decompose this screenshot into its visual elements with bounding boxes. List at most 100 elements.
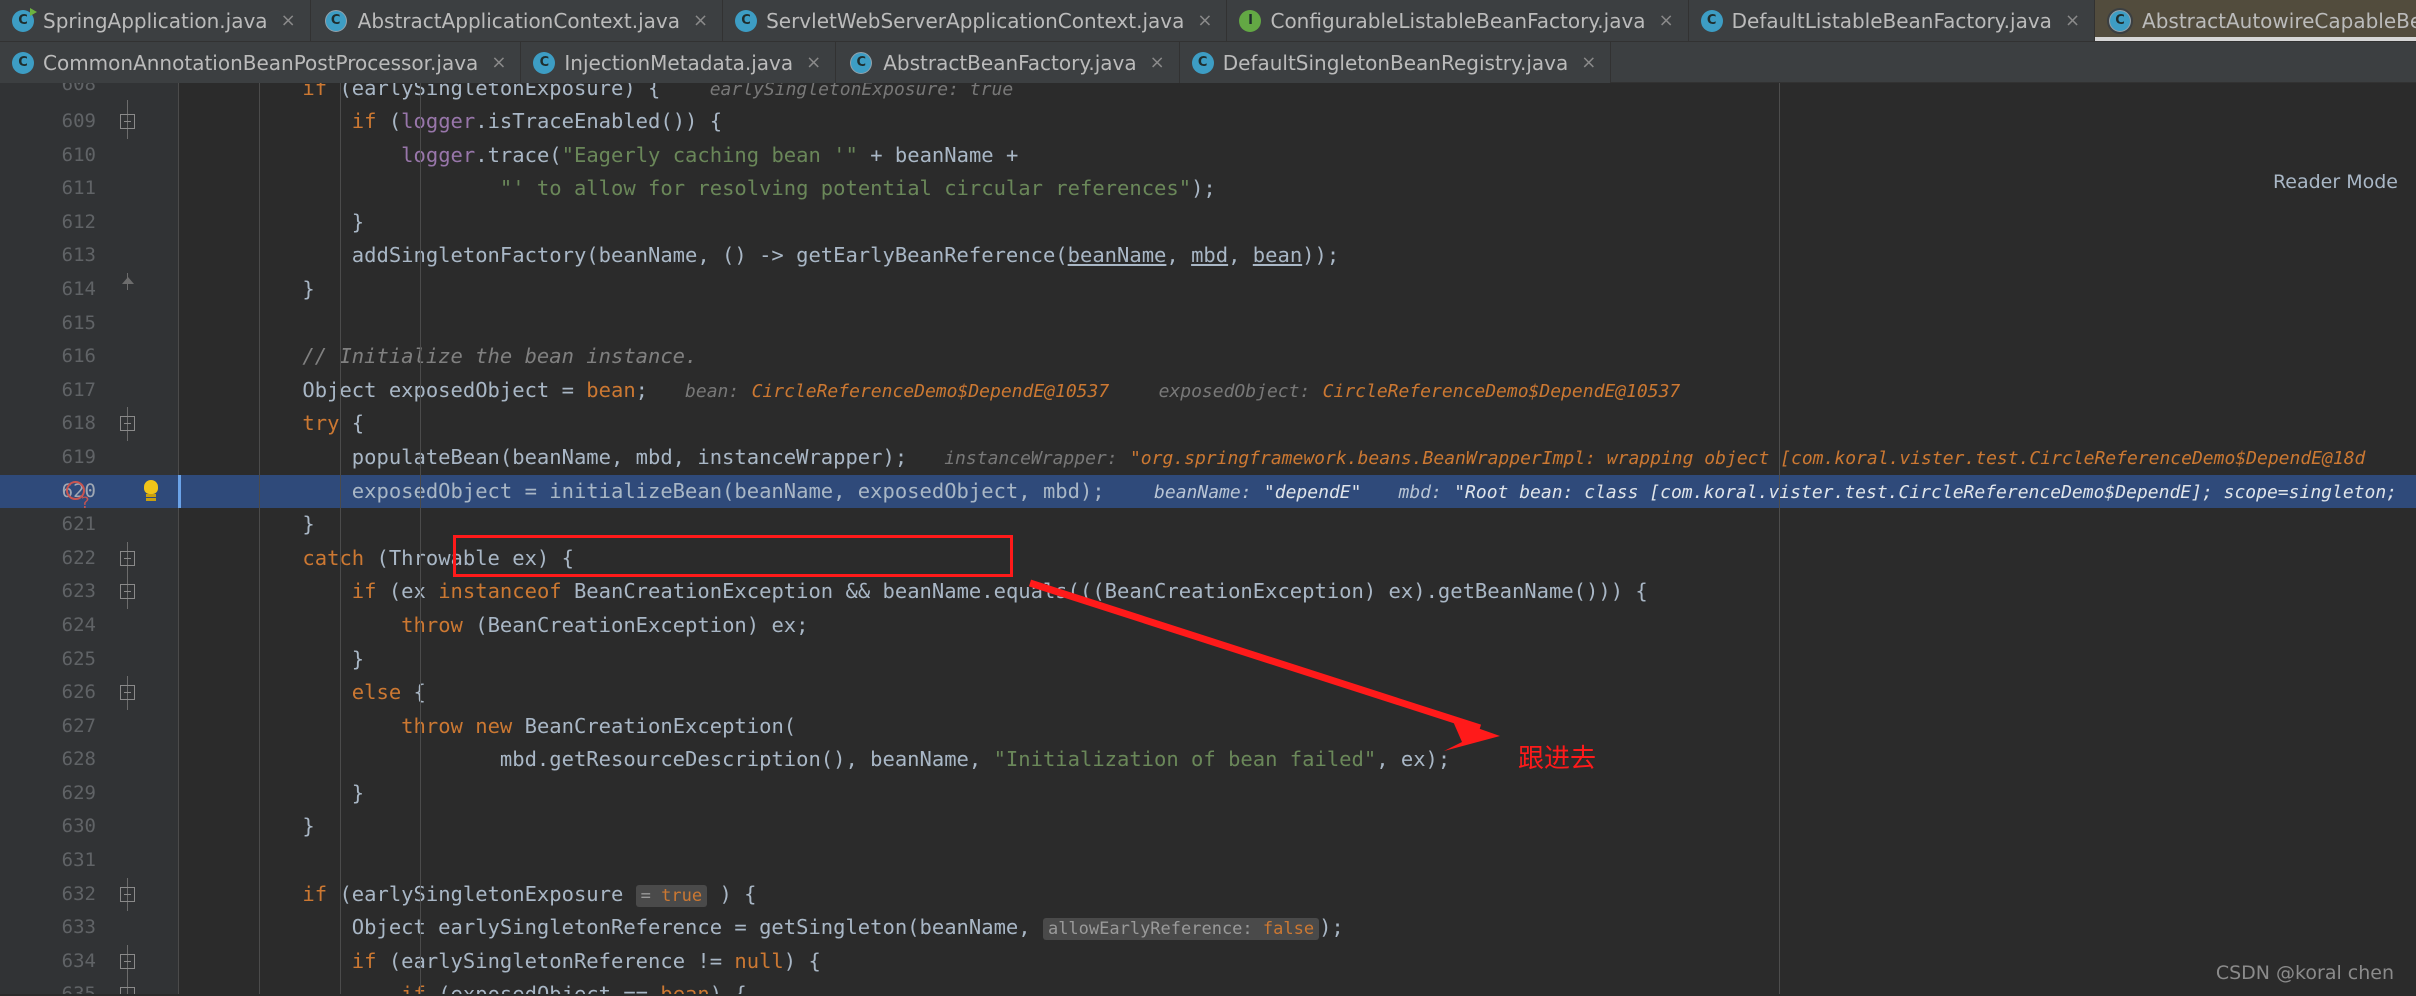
fold-marker bbox=[118, 609, 138, 643]
code-line-619[interactable]: 619 populateBean(beanName, mbd, instance… bbox=[0, 441, 2416, 475]
code-line-628[interactable]: 628 mbd.getResourceDescription(), beanNa… bbox=[0, 743, 2416, 777]
code-line-624[interactable]: 624 throw (BeanCreationException) ex; bbox=[0, 609, 2416, 643]
close-icon[interactable]: × bbox=[491, 53, 506, 72]
fold-marker bbox=[118, 810, 138, 844]
code-line-612[interactable]: 612 } bbox=[0, 206, 2416, 240]
fold-marker bbox=[118, 911, 138, 945]
code-line-630[interactable]: 630 } bbox=[0, 810, 2416, 844]
code-line-617[interactable]: 617 Object exposedObject = bean; bean: C… bbox=[0, 374, 2416, 408]
fold-marker[interactable] bbox=[118, 676, 138, 710]
inlay-value-chip: = true bbox=[635, 884, 708, 907]
reader-mode-label[interactable]: Reader Mode bbox=[2273, 171, 2398, 193]
interface-icon: I bbox=[1239, 9, 1262, 32]
class-icon: C bbox=[1191, 51, 1214, 74]
tab-default-listable-bean-factory[interactable]: C DefaultListableBeanFactory.java × bbox=[1689, 0, 2096, 41]
code-line-627[interactable]: 627 throw new BeanCreationException( bbox=[0, 710, 2416, 744]
line-number: 616 bbox=[61, 345, 96, 368]
inlay-hint-name: beanName: bbox=[1154, 481, 1252, 503]
line-number: 615 bbox=[61, 311, 96, 334]
fold-marker bbox=[118, 777, 138, 811]
close-icon[interactable]: × bbox=[1197, 11, 1212, 30]
close-icon[interactable]: × bbox=[281, 11, 296, 30]
tab-default-singleton-bean-registry[interactable]: C DefaultSingletonBeanRegistry.java × bbox=[1180, 42, 1612, 83]
inlay-hint-value: "org.springframework.beans.BeanWrapperIm… bbox=[1129, 447, 2366, 469]
editor-tab-bar-row-1[interactable]: C SpringApplication.java × C AbstractApp… bbox=[0, 0, 2416, 41]
code-lines[interactable]: 608 if (earlySingletonExposure) { earlyS… bbox=[0, 83, 2416, 994]
intention-bulb-icon[interactable] bbox=[140, 479, 162, 504]
fold-marker bbox=[118, 374, 138, 408]
code-line-629[interactable]: 629 } bbox=[0, 777, 2416, 811]
abstract-class-icon: C bbox=[848, 49, 875, 76]
inlay-hint-name: instanceWrapper: bbox=[944, 447, 1118, 469]
breakpoint-question-icon[interactable]: ? bbox=[66, 479, 92, 512]
tab-common-annotation-bean-post-processor[interactable]: C CommonAnnotationBeanPostProcessor.java… bbox=[0, 42, 522, 83]
tab-spring-application[interactable]: C SpringApplication.java × bbox=[0, 0, 311, 41]
inlay-hint: earlySingletonExposure: true bbox=[709, 83, 1014, 100]
code-line-615[interactable]: 615 bbox=[0, 307, 2416, 341]
fold-marker[interactable] bbox=[118, 944, 138, 979]
tab-label: AbstractAutowireCapableBeanFactory.java bbox=[2142, 8, 2416, 33]
line-number: 628 bbox=[61, 748, 96, 771]
code-line-632[interactable]: 632 if (earlySingletonExposure = true ) … bbox=[0, 877, 2416, 912]
close-icon[interactable]: × bbox=[2065, 11, 2080, 30]
editor-tab-bar-row-2[interactable]: C CommonAnnotationBeanPostProcessor.java… bbox=[0, 41, 2416, 83]
fold-marker[interactable] bbox=[118, 575, 138, 609]
line-number: 623 bbox=[61, 580, 96, 603]
code-line-634[interactable]: 634 if (earlySingletonReference != null)… bbox=[0, 944, 2416, 979]
close-icon[interactable]: × bbox=[806, 53, 821, 72]
fold-marker bbox=[118, 307, 138, 341]
tab-abstract-autowire-capable-bean-factory[interactable]: C AbstractAutowireCapableBeanFactory.jav… bbox=[2095, 0, 2416, 41]
line-number: 633 bbox=[61, 916, 96, 939]
inlay-hint-name: bean: bbox=[685, 380, 740, 402]
tab-bar-filler bbox=[1611, 42, 2416, 83]
line-number: 630 bbox=[61, 815, 96, 838]
code-line-625[interactable]: 625 } bbox=[0, 643, 2416, 677]
tab-label: AbstractBeanFactory.java bbox=[883, 50, 1137, 75]
line-number: 625 bbox=[61, 647, 96, 670]
code-line-616[interactable]: 616 // Initialize the bean instance. bbox=[0, 340, 2416, 374]
code-line-620[interactable]: 620 ? exposedObject = initializeBean(bea… bbox=[0, 474, 2416, 512]
close-icon[interactable]: × bbox=[1150, 53, 1165, 72]
line-number: 624 bbox=[61, 613, 96, 636]
fold-marker[interactable] bbox=[118, 541, 138, 576]
fold-marker[interactable] bbox=[118, 407, 138, 441]
code-line-611[interactable]: 611 "' to allow for resolving potential … bbox=[0, 172, 2416, 206]
fold-marker[interactable] bbox=[118, 105, 138, 139]
code-line-622[interactable]: 622 catch (Throwable ex) { bbox=[0, 541, 2416, 576]
tab-configurable-listable-bean-factory[interactable]: I ConfigurableListableBeanFactory.java × bbox=[1227, 0, 1689, 41]
inlay-param-chip: allowEarlyReference: false bbox=[1042, 918, 1320, 941]
code-line-626[interactable]: 626 else { bbox=[0, 676, 2416, 710]
code-line-631[interactable]: 631 bbox=[0, 844, 2416, 878]
tab-injection-metadata[interactable]: C InjectionMetadata.java × bbox=[521, 42, 837, 83]
fold-marker[interactable] bbox=[118, 83, 138, 105]
code-line-610[interactable]: 610 logger.trace("Eagerly caching bean '… bbox=[0, 139, 2416, 173]
tab-abstract-bean-factory[interactable]: C AbstractBeanFactory.java × bbox=[836, 42, 1180, 83]
tab-label: DefaultListableBeanFactory.java bbox=[1731, 8, 2052, 33]
line-number: 609 bbox=[61, 110, 96, 132]
fold-marker[interactable] bbox=[118, 877, 138, 912]
close-icon[interactable]: × bbox=[1581, 53, 1596, 72]
close-icon[interactable]: × bbox=[1659, 11, 1674, 30]
class-icon: C bbox=[533, 51, 556, 74]
code-line-621[interactable]: 621 } bbox=[0, 508, 2416, 542]
fold-marker[interactable] bbox=[118, 978, 138, 994]
code-editor[interactable]: Reader Mode 608 if (earlySingletonExposu… bbox=[0, 83, 2416, 994]
tab-abstract-application-context[interactable]: C AbstractApplicationContext.java × bbox=[311, 0, 724, 41]
code-line-608[interactable]: 608 if (earlySingletonExposure) { earlyS… bbox=[0, 83, 2416, 105]
close-icon[interactable]: × bbox=[693, 11, 708, 30]
code-line-614[interactable]: 614 } bbox=[0, 272, 2416, 307]
annotation-note: 跟进去 bbox=[1518, 744, 1597, 774]
indent-guide bbox=[259, 83, 260, 994]
abstract-class-icon: C bbox=[2107, 7, 2134, 34]
line-number: 635 bbox=[0, 978, 96, 994]
code-line-609[interactable]: 609 if (logger.isTraceEnabled()) { bbox=[0, 105, 2416, 139]
tab-servlet-web-server-application-context[interactable]: C ServletWebServerApplicationContext.jav… bbox=[723, 0, 1228, 41]
code-line-633[interactable]: 633 Object earlySingletonReference = get… bbox=[0, 911, 2416, 945]
code-line-623[interactable]: 623 if (ex instanceof BeanCreationExcept… bbox=[0, 575, 2416, 609]
code-comment: // Initialize the bean instance. bbox=[302, 344, 698, 369]
code-line-618[interactable]: 618 try { bbox=[0, 407, 2416, 441]
line-number: 611 bbox=[61, 177, 96, 200]
fold-marker[interactable] bbox=[118, 272, 138, 307]
code-line-635[interactable]: 635 if (exposedObject == bean) { bbox=[0, 978, 2416, 994]
code-line-613[interactable]: 613 addSingletonFactory(beanName, () -> … bbox=[0, 239, 2416, 273]
